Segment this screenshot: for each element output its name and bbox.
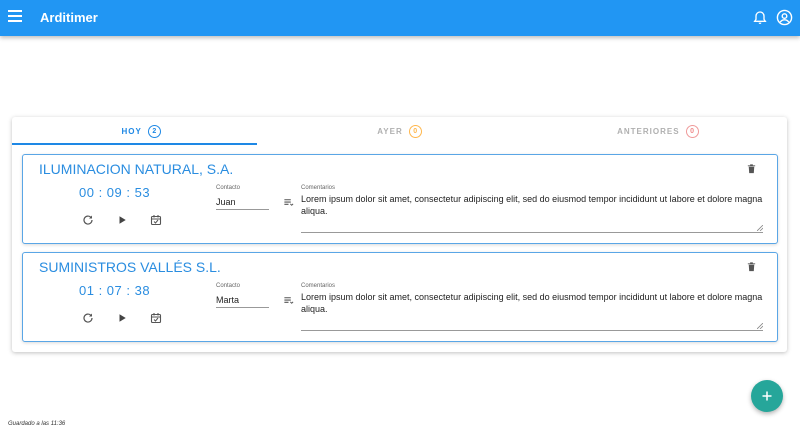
comments-label: Comentarios xyxy=(301,185,336,191)
comments-label: Comentarios xyxy=(301,283,336,289)
calendar-check-icon[interactable] xyxy=(149,311,163,325)
comments-text: Lorem ipsum dolor sit amet, consectetur … xyxy=(301,194,763,216)
timer-display: 00 : 09 : 53 xyxy=(79,185,151,200)
add-entry-button[interactable] xyxy=(751,380,783,412)
time-entries-panel: HOY 2 AYER 0 ANTERIORES 0 ILUMINACION NA… xyxy=(12,117,787,352)
tab-indicator xyxy=(12,143,257,145)
app-bar: Arditimer xyxy=(0,0,800,36)
saved-status: Guardado a las 11:36 xyxy=(8,421,66,427)
tab-count-badge: 2 xyxy=(147,124,161,138)
reset-icon[interactable] xyxy=(81,213,95,227)
contact-field[interactable] xyxy=(216,292,269,308)
timer-actions xyxy=(81,311,163,325)
notes-icon[interactable] xyxy=(283,295,294,306)
client-name: ILUMINACION NATURAL, S.A. xyxy=(39,161,234,177)
timer-display: 01 : 07 : 38 xyxy=(79,283,151,298)
notes-icon[interactable] xyxy=(283,197,294,208)
contact-label: Contacto xyxy=(216,283,241,289)
play-icon[interactable] xyxy=(115,311,129,325)
trash-icon[interactable] xyxy=(746,163,757,175)
tab-hoy[interactable]: HOY 2 xyxy=(12,117,270,145)
tab-anteriores[interactable]: ANTERIORES 0 xyxy=(529,117,787,145)
tab-count-badge: 0 xyxy=(685,124,699,138)
contact-label: Contacto xyxy=(216,185,241,191)
tab-count-badge: 0 xyxy=(408,124,422,138)
contact-field[interactable] xyxy=(216,194,269,210)
account-circle-icon[interactable] xyxy=(776,9,793,26)
resize-handle-icon[interactable] xyxy=(757,225,763,231)
reset-icon[interactable] xyxy=(81,311,95,325)
time-entry-card: ILUMINACION NATURAL, S.A. 00 : 09 : 53 C… xyxy=(22,154,778,244)
comments-textarea[interactable]: Lorem ipsum dolor sit amet, consectetur … xyxy=(301,193,763,233)
resize-handle-icon[interactable] xyxy=(757,323,763,329)
app-title: Arditimer xyxy=(40,10,98,25)
tab-label: ANTERIORES xyxy=(617,126,680,136)
tab-bar: HOY 2 AYER 0 ANTERIORES 0 xyxy=(12,117,787,145)
plus-icon xyxy=(762,391,772,401)
menu-icon[interactable] xyxy=(8,10,22,26)
timer-actions xyxy=(81,213,163,227)
bell-icon[interactable] xyxy=(752,9,768,27)
tab-label: AYER xyxy=(377,126,403,136)
client-name: SUMINISTROS VALLÉS S.L. xyxy=(39,259,221,275)
tab-ayer[interactable]: AYER 0 xyxy=(270,117,528,145)
calendar-check-icon[interactable] xyxy=(149,213,163,227)
comments-text: Lorem ipsum dolor sit amet, consectetur … xyxy=(301,292,763,314)
time-entry-card: SUMINISTROS VALLÉS S.L. 01 : 07 : 38 Con… xyxy=(22,252,778,342)
play-icon[interactable] xyxy=(115,213,129,227)
trash-icon[interactable] xyxy=(746,261,757,273)
comments-textarea[interactable]: Lorem ipsum dolor sit amet, consectetur … xyxy=(301,291,763,331)
tab-label: HOY xyxy=(121,126,142,136)
